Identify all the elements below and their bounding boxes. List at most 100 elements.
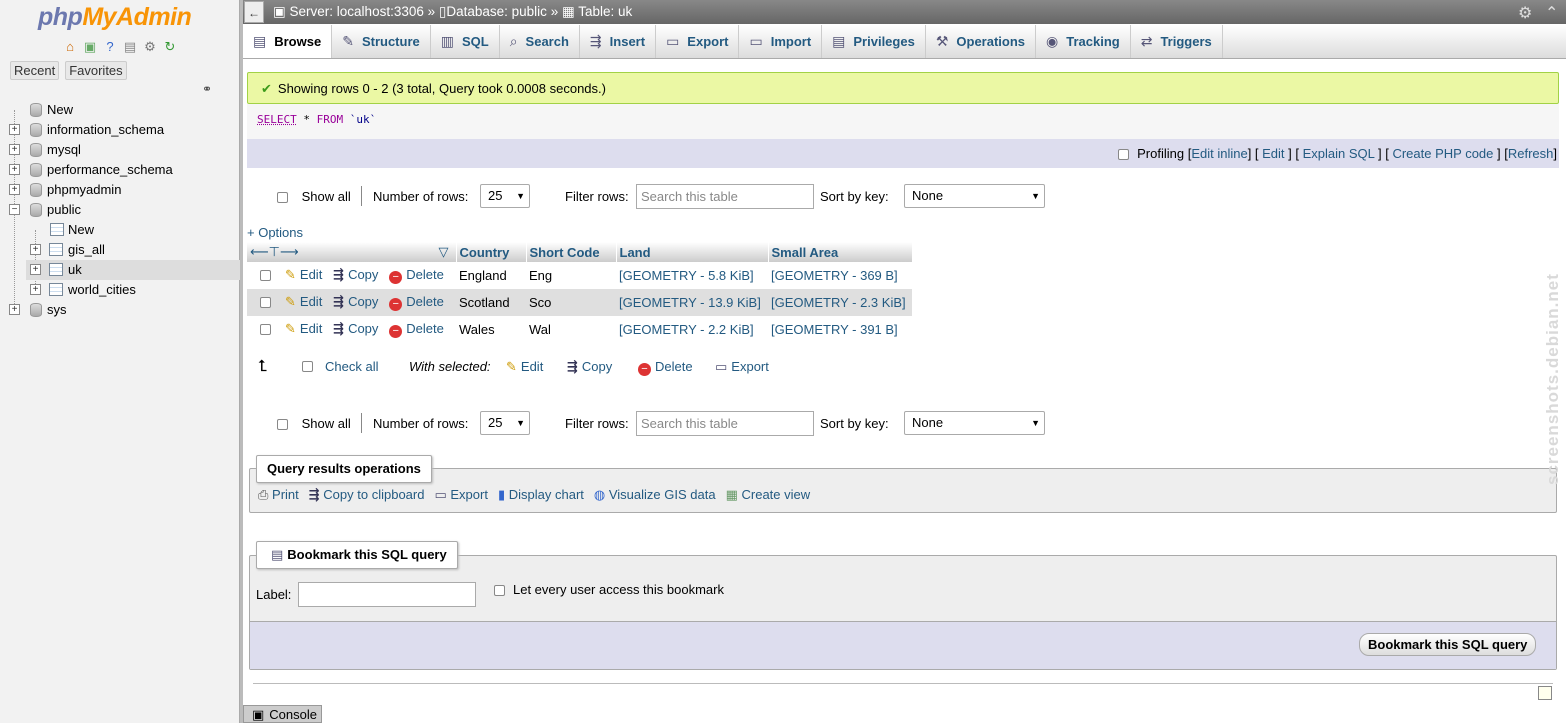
docs-icon[interactable]: ▤ [122,39,138,55]
row-checkbox[interactable] [260,270,271,282]
sort-key-select[interactable]: None [904,184,1045,208]
bulk-export-button[interactable]: ▭ Export [715,359,769,375]
favorites-tab[interactable]: Favorites [65,61,127,80]
tree-item-db[interactable]: + information_schema [0,120,240,140]
tree-item-new-table[interactable]: New [0,220,240,240]
geometry-link[interactable]: [GEOMETRY - 2.2 KiB] [619,322,754,337]
query-ops-title: Query results operations [256,455,432,483]
row-checkbox[interactable] [260,324,271,336]
tree-item-db[interactable]: + sys [0,300,240,320]
tab-browse[interactable]: ▤ Browse [243,25,333,58]
create-view-link[interactable]: ▦ Create view [726,487,811,503]
settings-icon[interactable]: ⚙ [1518,3,1532,23]
geometry-link[interactable]: [GEOMETRY - 391 B] [771,322,898,337]
explain-sql-link[interactable]: Explain SQL [1303,146,1375,161]
visualize-gis-link[interactable]: ◍ Visualize GIS data [594,487,716,503]
bulk-delete-button[interactable]: − Delete [638,359,693,376]
sort-key-select[interactable]: None [904,411,1045,435]
note-icon[interactable] [1538,686,1552,700]
edit-row-button[interactable]: ✎ Edit [285,294,322,309]
column-header[interactable]: Short Code [526,242,617,262]
geometry-link[interactable]: [GEOMETRY - 13.9 KiB] [619,295,761,310]
rows-select[interactable]: 25 [480,411,530,435]
rows-select[interactable]: 25 [480,184,530,208]
copy-clipboard-link[interactable]: ⇶ Copy to clipboard [309,487,425,503]
delete-row-button[interactable]: − Delete [389,321,444,338]
geometry-link[interactable]: [GEOMETRY - 2.3 KiB] [771,295,906,310]
tab-triggers[interactable]: ⇄ Triggers [1131,25,1223,58]
phpmyadmin-logo[interactable]: phpMyAdmin [38,3,192,32]
print-link[interactable]: ⎙ Print [258,487,299,503]
tab-export[interactable]: ▭ Export [656,25,740,58]
let-every-user-checkbox[interactable] [494,585,505,597]
column-toggle-header[interactable]: ⟵⊤⟶ ▽ [247,242,457,262]
delete-row-button[interactable]: − Delete [389,267,444,284]
tree-item-table[interactable]: + gis_all [0,240,240,260]
breadcrumb-table[interactable]: Table: uk [578,4,632,19]
create-php-link[interactable]: Create PHP code [1392,146,1493,161]
help-icon[interactable]: ? [102,39,118,55]
edit-inline-link[interactable]: Edit inline [1191,146,1247,161]
edit-row-button[interactable]: ✎ Edit [285,267,322,282]
tab-privileges[interactable]: ▤ Privileges [822,25,926,58]
row-checkbox[interactable] [260,297,271,309]
table-row: ✎ Edit ⇶ Copy − Delete England Eng [GEOMETR… [247,262,912,289]
panel-resizer[interactable] [240,0,243,723]
edit-row-button[interactable]: ✎ Edit [285,321,322,336]
export-link[interactable]: ▭ Export [434,487,488,503]
copy-row-button[interactable]: ⇶ Copy [333,267,378,282]
tab-search[interactable]: ⌕ Search [500,25,580,58]
settings-icon[interactable]: ⚙ [142,39,158,55]
logout-icon[interactable]: ▣ [82,39,98,55]
filter-rows-input[interactable]: Search this table [636,411,814,436]
tree-item-table[interactable]: + world_cities [0,280,240,300]
check-all-checkbox[interactable] [302,361,313,372]
tab-import[interactable]: ▭ Import [739,25,823,58]
reload-icon[interactable]: ↻ [162,39,178,55]
bookmark-button[interactable]: Bookmark this SQL query [1359,633,1537,656]
edit-link[interactable]: Edit [1262,146,1284,161]
column-header[interactable]: Country [456,242,527,262]
copy-icon: ⇶ [333,294,345,309]
breadcrumb-database[interactable]: Database: public [446,4,547,19]
tree-item-db[interactable]: + mysql [0,140,240,160]
watermark: screenshots.debian.net [1543,273,1562,485]
bookmark-label-input[interactable] [298,582,476,607]
tree-item-table-selected[interactable]: + uk [26,260,240,280]
home-icon[interactable]: ⌂ [62,39,78,55]
options-link[interactable]: + Options [247,225,303,240]
tree-item-db[interactable]: + performance_schema [0,160,240,180]
refresh-link[interactable]: Refresh [1508,146,1554,161]
recent-tab[interactable]: Recent [10,61,60,80]
filter-rows-input[interactable]: Search this table [636,184,814,209]
collapse-icon[interactable]: ⌃ [1545,3,1558,23]
geometry-link[interactable]: [GEOMETRY - 5.8 KiB] [619,268,754,283]
check-all-link[interactable]: Check all [325,359,378,374]
show-all-checkbox[interactable] [277,192,288,204]
collapse-panel-button[interactable]: ← [244,1,264,23]
bulk-copy-button[interactable]: ⇶ Copy [567,359,612,375]
tree-item-new[interactable]: New [0,100,240,120]
link-with-main-icon[interactable]: ⚭ [202,82,212,96]
show-all-checkbox[interactable] [277,419,288,431]
insert-icon: ⇶ [589,33,602,49]
breadcrumb-server[interactable]: Server: localhost:3306 [290,4,424,19]
bulk-edit-button[interactable]: ✎ Edit [506,359,543,375]
tab-tracking[interactable]: ◉ Tracking [1036,25,1131,58]
copy-row-button[interactable]: ⇶ Copy [333,321,378,336]
column-header[interactable]: Small Area [768,242,913,262]
delete-row-button[interactable]: − Delete [389,294,444,311]
display-chart-link[interactable]: ▮ Display chart [498,487,584,503]
sql-icon: ▥ [440,33,454,49]
console-toggle[interactable]: ▣ Console [243,705,322,723]
tree-item-db-public[interactable]: − public [0,200,240,220]
profiling-checkbox[interactable] [1118,149,1130,161]
geometry-link[interactable]: [GEOMETRY - 369 B] [771,268,898,283]
tree-item-db[interactable]: + phpmyadmin [0,180,240,200]
tab-operations[interactable]: ⚒ Operations [926,25,1037,58]
column-header[interactable]: Land [616,242,769,262]
tab-insert[interactable]: ⇶ Insert [580,25,657,58]
tab-sql[interactable]: ▥ SQL [431,25,500,58]
tab-structure[interactable]: ✎ Structure [332,25,431,58]
copy-row-button[interactable]: ⇶ Copy [333,294,378,309]
